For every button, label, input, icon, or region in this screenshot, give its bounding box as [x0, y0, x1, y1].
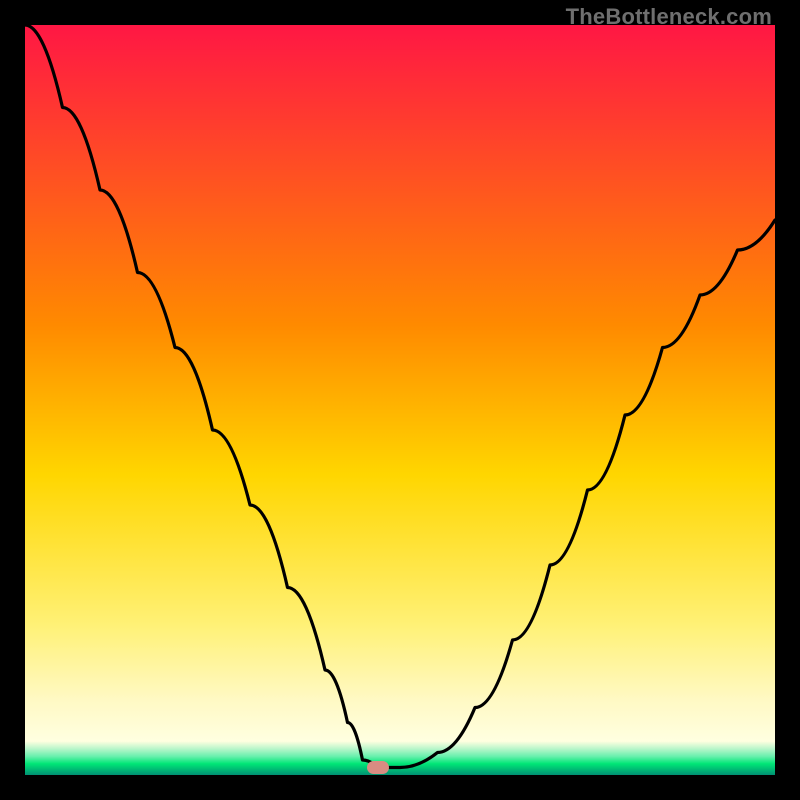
optimal-marker — [367, 761, 389, 774]
chart-frame: TheBottleneck.com — [0, 0, 800, 800]
plot-area — [25, 25, 775, 775]
bottleneck-curve — [25, 25, 775, 775]
